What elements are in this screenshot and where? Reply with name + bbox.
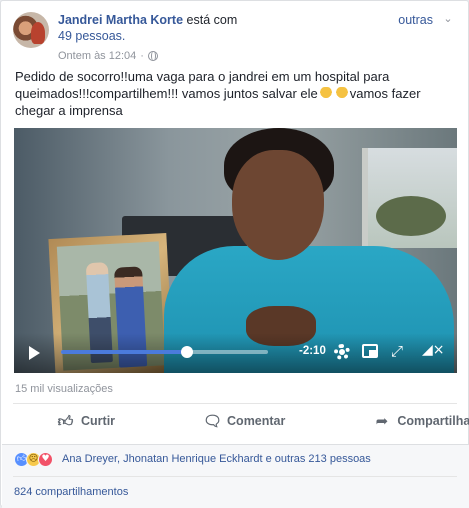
video-player[interactable]: -2:10 ⤢ ◢× [14, 128, 457, 373]
post-meta: Ontem às 12:04 · [58, 50, 158, 62]
like-button[interactable]: 👍︎ Curtir [13, 413, 159, 429]
action-bar: 👍︎ Curtir 🗨︎ Comentar ➦ Compartilhar [13, 405, 469, 437]
divider [13, 476, 457, 477]
author-suffix: está com [186, 13, 238, 27]
comment-label: Comentar [227, 414, 286, 428]
chevron-down-icon[interactable]: ⌄ [442, 13, 454, 25]
seek-progress [61, 350, 188, 354]
globe-icon[interactable] [147, 50, 158, 61]
share-count[interactable]: 824 compartilhamentos [14, 486, 128, 498]
picture-in-picture-icon[interactable] [362, 344, 378, 358]
divider [13, 403, 457, 404]
praying-hands-icon [318, 87, 333, 100]
author-name[interactable]: Jandrei Martha Korte [58, 13, 183, 27]
people-link[interactable]: 49 pessoas. [58, 29, 125, 43]
share-label: Compartilhar [397, 414, 469, 428]
reactors-summary[interactable]: Ana Dreyer, Jhonatan Henrique Eckhardt e… [62, 453, 371, 465]
post-text: Pedido de socorro!!uma vaga para o jandr… [15, 68, 455, 119]
timestamp[interactable]: Ontem às 12:04 [58, 50, 136, 62]
volume-mute-icon[interactable]: ◢× [422, 342, 445, 358]
seek-bar[interactable] [61, 346, 268, 358]
comment-icon: 🗨︎ [203, 412, 223, 430]
share-button[interactable]: ➦ Compartilhar [329, 413, 469, 429]
author-avatar[interactable] [13, 12, 49, 48]
comment-button[interactable]: 🗨︎ Comentar [159, 413, 329, 429]
time-remaining: -2:10 [299, 345, 326, 357]
author-line: Jandrei Martha Korte está com [58, 13, 237, 27]
post-card: Jandrei Martha Korte está com outras ⌄ 4… [0, 0, 469, 508]
gear-icon[interactable] [334, 344, 350, 360]
praying-hands-icon [334, 87, 349, 100]
like-label: Curtir [81, 414, 116, 428]
others-link[interactable]: outras [398, 13, 433, 27]
thumbs-up-icon: 👍︎ [57, 412, 74, 430]
view-count: 15 mil visualizações [15, 383, 113, 395]
reactions-section: 👍︎ ☹ ♥ Ana Dreyer, Jhonatan Henrique Eck… [2, 444, 469, 508]
love-icon: ♥ [38, 452, 53, 467]
play-icon[interactable] [29, 346, 40, 360]
reaction-icons[interactable]: 👍︎ ☹ ♥ [14, 452, 53, 467]
fullscreen-icon[interactable]: ⤢ [391, 343, 403, 359]
share-icon: ➦ [375, 412, 389, 430]
meta-separator: · [140, 50, 144, 62]
post-text-part1: Pedido de socorro!!uma vaga para o jandr… [15, 69, 390, 101]
